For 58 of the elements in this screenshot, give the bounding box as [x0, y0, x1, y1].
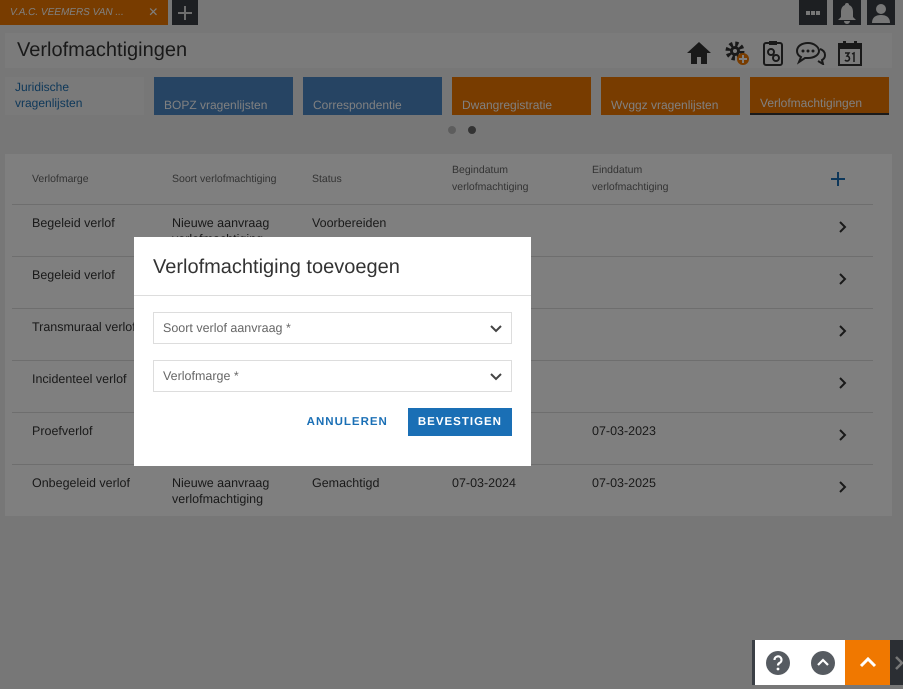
table-cell-text: Nieuwe aanvraag verlofmachtiging: [172, 475, 270, 508]
close-icon[interactable]: ×: [148, 4, 158, 22]
module-tile[interactable]: Dwangregistratie: [452, 77, 591, 115]
pager-dot[interactable]: [448, 126, 456, 134]
module-tile[interactable]: Correspondentie: [303, 77, 442, 115]
add-icon[interactable]: [831, 172, 845, 186]
chevron-right-icon[interactable]: [839, 429, 847, 441]
scroll-top-button[interactable]: [845, 640, 890, 685]
calendar-icon[interactable]: [838, 40, 862, 66]
add-tab-button[interactable]: [172, 0, 198, 25]
chevron-right-icon[interactable]: [839, 273, 847, 285]
module-tile[interactable]: Verlofmachtigingen: [750, 77, 889, 115]
table-cell-text: Proefverlof: [32, 423, 94, 440]
home-icon[interactable]: [686, 40, 712, 64]
notifications-button[interactable]: [833, 0, 861, 25]
table-cell-text: Voorbereiden: [312, 215, 388, 232]
chevron-right-icon: [895, 656, 903, 670]
chevron-up-icon: [858, 657, 876, 668]
chevron-down-icon: [490, 373, 502, 381]
chat-icon[interactable]: [796, 40, 826, 64]
help-icon[interactable]: [766, 650, 790, 674]
table-cell-text: Gemachtigd: [312, 475, 380, 492]
chevron-right-icon[interactable]: [839, 221, 847, 233]
gear-icon[interactable]: [724, 40, 750, 66]
table-cell-text: 07-03-2024: [452, 475, 517, 492]
chevron-right-icon[interactable]: [839, 325, 847, 337]
cancel-button[interactable]: ANNULEREN: [300, 408, 394, 436]
column-header: Verlofmarge: [32, 172, 90, 187]
dropdown-field[interactable]: Soort verlof aanvraag *: [153, 312, 512, 344]
chevron-right-icon[interactable]: [839, 481, 847, 493]
confirm-button[interactable]: BEVESTIGEN: [408, 408, 512, 436]
plus-icon: [178, 6, 192, 20]
table-cell-text: 07-03-2023: [592, 423, 657, 440]
column-header: Begindatum verlofmachtiging: [452, 163, 530, 195]
column-header: Status: [312, 172, 343, 187]
side-handle[interactable]: [890, 640, 903, 685]
chevron-up-circle-icon[interactable]: [810, 650, 834, 674]
pager-dot[interactable]: [468, 126, 476, 134]
record-tab[interactable]: V.A.C. VEEMERS VAN ... ×: [0, 0, 168, 25]
more-icon: [806, 10, 820, 14]
table-cell-text: 07-03-2025: [592, 475, 657, 492]
user-icon: [872, 2, 890, 22]
table-cell-text: Begeleid verlof: [32, 267, 116, 284]
dropdown-field[interactable]: Verlofmarge *: [153, 360, 512, 392]
table-cell-text: Incidenteel verlof: [32, 371, 128, 388]
dialog-title: Verlofmachtiging toevoegen: [134, 237, 531, 296]
module-tile[interactable]: Wvggz vragenlijsten: [601, 77, 740, 115]
user-button[interactable]: [867, 0, 895, 25]
chevron-down-icon: [490, 325, 502, 333]
column-header: Soort verlofmachtiging: [172, 172, 278, 187]
clipboard-icon[interactable]: [762, 40, 784, 66]
column-header: Einddatum verlofmachtiging: [592, 163, 670, 195]
table-cell-text: Onbegeleid verlof: [32, 475, 131, 492]
module-tile[interactable]: BOPZ vragenlijsten: [154, 77, 293, 115]
table-cell-text: Begeleid verlof: [32, 215, 116, 232]
chevron-right-icon[interactable]: [839, 377, 847, 389]
page-title: Verlofmachtigingen: [17, 39, 188, 62]
more-button[interactable]: [799, 0, 827, 25]
